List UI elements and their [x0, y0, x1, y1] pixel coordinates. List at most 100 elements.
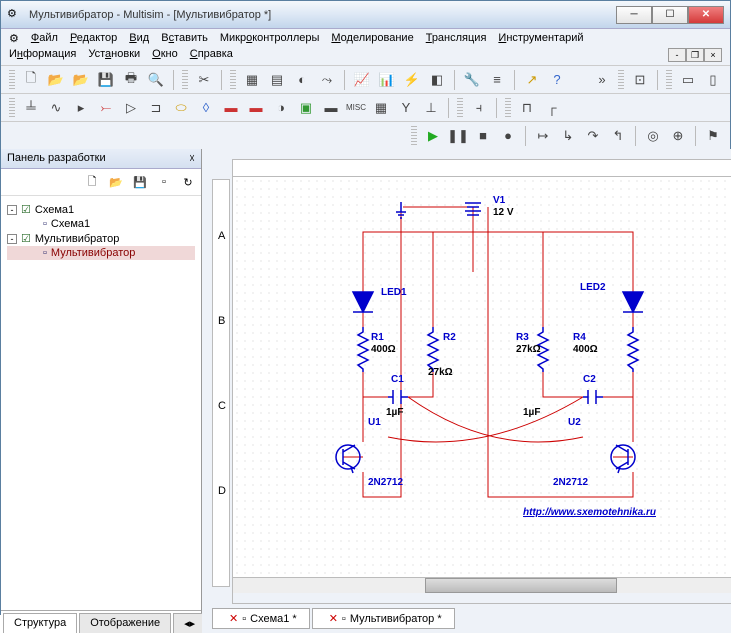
connector-icon[interactable]: ⊥ [420, 97, 442, 119]
maximize-button[interactable]: ☐ [652, 6, 688, 24]
menu-reports[interactable]: Информация [9, 48, 76, 62]
view2-button[interactable]: ▯ [702, 69, 724, 91]
netlist-button[interactable]: ≡ [486, 69, 508, 91]
open-folder-icon[interactable]: 📂 [107, 173, 125, 191]
canvas-tab-2[interactable]: ✕ ▫Мультивибратор * [312, 608, 455, 629]
diode-icon[interactable]: ▸ [70, 97, 92, 119]
help-button[interactable]: ? [546, 69, 568, 91]
refresh-icon[interactable]: ↻ [179, 173, 197, 191]
menu-view[interactable]: Вид [129, 32, 149, 45]
sim1-button[interactable]: ◎ [642, 125, 664, 147]
menu-edit[interactable]: Редактор [70, 32, 117, 45]
ic1-icon[interactable]: ▬ [220, 97, 242, 119]
source-icon[interactable]: ╧ [20, 97, 42, 119]
misc2-icon[interactable]: MISC [345, 97, 367, 119]
basic-icon[interactable]: ∿ [45, 97, 67, 119]
close-tab-icon[interactable]: ✕ [329, 612, 338, 625]
bus-icon[interactable]: ⫞ [468, 97, 490, 119]
mdi-restore[interactable]: ❐ [686, 48, 704, 62]
record-button[interactable]: ● [497, 125, 519, 147]
tree-child-2[interactable]: ▫Мультивибратор [7, 246, 195, 260]
expand-button[interactable]: » [591, 69, 613, 91]
menu-window[interactable]: Окно [152, 48, 178, 62]
sheet-icon[interactable]: ▫ [155, 173, 173, 191]
analog-icon[interactable]: ▷ [120, 97, 142, 119]
label-r4[interactable]: R4 [573, 332, 586, 343]
label-c2-val[interactable]: 1µF [523, 407, 540, 418]
menu-file[interactable]: ФФайлайл [31, 32, 58, 45]
close-button[interactable]: ✕ [688, 6, 724, 24]
open-button[interactable]: 📂 [45, 69, 67, 91]
canvas-tab-1[interactable]: ✕ ▫Схема1 * [212, 608, 310, 629]
mdi-close[interactable]: × [704, 48, 722, 62]
misc-icon[interactable]: ◊ [195, 97, 217, 119]
save-icon[interactable]: 💾 [131, 173, 149, 191]
label-c1-val[interactable]: 1µF [386, 407, 403, 418]
menu-help[interactable]: Справка [190, 48, 233, 62]
label-c2[interactable]: C2 [583, 374, 596, 385]
stepout-button[interactable]: ↰ [607, 125, 629, 147]
tab-structure[interactable]: Структура [3, 613, 77, 633]
power-icon[interactable]: ▬ [320, 97, 342, 119]
step-button[interactable]: ↦ [532, 125, 554, 147]
tree-root-2[interactable]: -☑ Мультивибратор [7, 231, 195, 246]
component1-button[interactable]: ▦ [241, 69, 263, 91]
scrollbar-horizontal[interactable] [233, 577, 731, 593]
label-led2[interactable]: LED2 [580, 282, 606, 293]
menu-simulate[interactable]: Моделирование [331, 32, 413, 45]
canvas-scroll[interactable]: V1 12 V LED1 LED2 R1 400Ω R2 27kΩ R3 27k… [232, 177, 731, 604]
em-icon[interactable]: Y [395, 97, 417, 119]
analysis-button[interactable]: 📊 [376, 69, 398, 91]
wire-icon[interactable]: ┌ [541, 97, 563, 119]
minimize-button[interactable]: ─ [616, 6, 652, 24]
hier-icon[interactable]: ⊓ [516, 97, 538, 119]
zoom-button[interactable]: ⊡ [629, 69, 651, 91]
print-button[interactable]: 🖶 [120, 69, 142, 91]
probe-button[interactable]: ⚡ [401, 69, 423, 91]
label-r2-val[interactable]: 27kΩ [428, 367, 453, 378]
app-menu-icon[interactable]: ⚙ [9, 32, 19, 45]
mixed-icon[interactable]: ◑ [270, 97, 292, 119]
component2-button[interactable]: ◐ [291, 69, 313, 91]
pause-button[interactable]: ❚❚ [447, 125, 469, 147]
sim3-button[interactable]: ⚑ [702, 125, 724, 147]
ic2-icon[interactable]: ▬ [245, 97, 267, 119]
label-r3-val[interactable]: 27kΩ [516, 344, 541, 355]
new-file-icon[interactable]: 🗋 [83, 173, 101, 191]
project-tree[interactable]: -☑ Схема1 ▫Схема1 -☑ Мультивибратор ▫Мул… [1, 196, 201, 610]
label-r3[interactable]: R3 [516, 332, 529, 343]
save-button[interactable]: 💾 [95, 69, 117, 91]
stepover-button[interactable]: ↷ [582, 125, 604, 147]
label-r2[interactable]: R2 [443, 332, 456, 343]
component3-button[interactable]: ⤳ [316, 69, 338, 91]
graph-button[interactable]: 📈 [351, 69, 373, 91]
menu-mcu[interactable]: Микроконтроллеры [220, 32, 320, 45]
tab-display[interactable]: Отображение [79, 613, 171, 633]
view1-button[interactable]: ▭ [677, 69, 699, 91]
label-q2-model[interactable]: 2N2712 [553, 477, 588, 488]
stop-button[interactable]: ■ [472, 125, 494, 147]
menu-insert[interactable]: Вставить [161, 32, 208, 45]
tree-child-1[interactable]: ▫Схема1 [7, 217, 195, 231]
menu-tools[interactable]: Инструментарий [498, 32, 583, 45]
transfer-button[interactable]: ↗ [521, 69, 543, 91]
play-button[interactable]: ▶ [422, 125, 444, 147]
label-r1[interactable]: R1 [371, 332, 384, 343]
stepinto-button[interactable]: ↳ [557, 125, 579, 147]
rf-icon[interactable]: ▦ [370, 97, 392, 119]
grid-button[interactable]: ▤ [266, 69, 288, 91]
label-v1-val[interactable]: 12 V [493, 207, 514, 218]
ttl-icon[interactable]: ⊐ [145, 97, 167, 119]
tree-root-1[interactable]: -☑ Схема1 [7, 202, 195, 217]
label-u1[interactable]: U1 [368, 417, 381, 428]
cmos-icon[interactable]: ⬭ [170, 97, 192, 119]
close-tab-icon[interactable]: ✕ [229, 612, 238, 625]
label-led1[interactable]: LED1 [381, 287, 407, 298]
preview-button[interactable]: 🔍 [145, 69, 167, 91]
indicator-icon[interactable]: ▣ [295, 97, 317, 119]
schematic-canvas[interactable]: V1 12 V LED1 LED2 R1 400Ω R2 27kΩ R3 27k… [233, 177, 731, 577]
transistor-icon[interactable]: ⤚ [95, 97, 117, 119]
menu-options[interactable]: Установки [88, 48, 140, 62]
new-button[interactable]: 🗋 [20, 69, 42, 91]
open2-button[interactable]: 📂 [70, 69, 92, 91]
